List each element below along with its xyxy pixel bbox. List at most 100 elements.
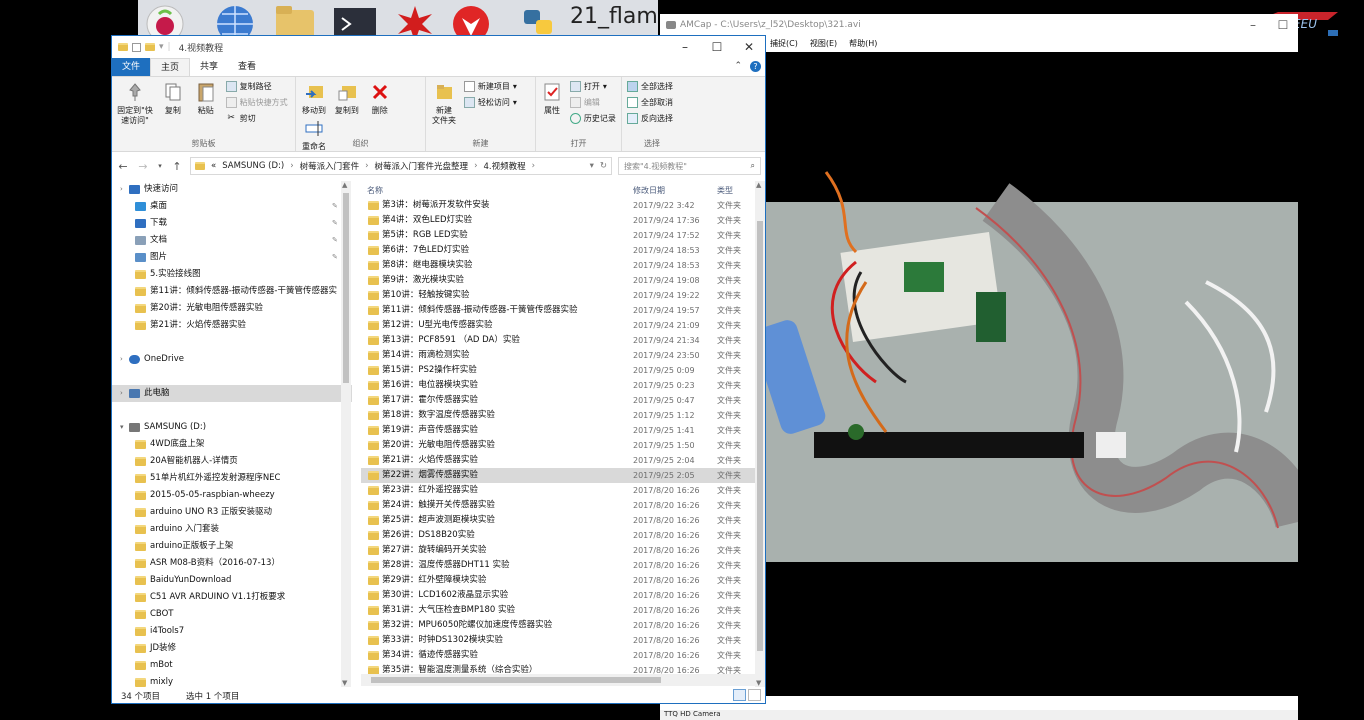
properties-small-icon[interactable]: [132, 42, 141, 52]
up-arrow-icon[interactable]: ↑: [170, 160, 184, 173]
nav-item[interactable]: 4WD底盘上架: [112, 436, 352, 453]
tab-view[interactable]: 查看: [228, 58, 266, 76]
taskbar-title[interactable]: 21_flam: [570, 4, 658, 29]
paste-shortcut-button[interactable]: 粘贴快捷方式: [225, 96, 288, 109]
back-arrow-icon[interactable]: ←: [116, 160, 130, 173]
nav-item[interactable]: C51 AVR ARDUINO V1.1打板要求: [112, 589, 352, 606]
file-scrollbar[interactable]: ▲ ▼: [755, 181, 765, 687]
select-all-button[interactable]: 全部选择: [627, 80, 673, 93]
address-overflow[interactable]: «: [211, 161, 216, 171]
move-to-button[interactable]: 移动到: [299, 80, 329, 116]
file-row[interactable]: 第5讲：RGB LED实验 2017/9/24 17:52 文件夹: [361, 228, 755, 243]
address-bar[interactable]: « SAMSUNG (D:) › 树莓派入门套件 › 树莓派入门套件光盘整理 ›…: [190, 157, 612, 175]
large-icons-view-icon[interactable]: [748, 689, 761, 701]
file-row[interactable]: 第15讲：PS2操作杆实验 2017/9/25 0:09 文件夹: [361, 363, 755, 378]
chevron-right-icon[interactable]: ›: [474, 161, 477, 171]
breadcrumb-kit[interactable]: 树莓派入门套件: [300, 160, 360, 172]
file-row[interactable]: 第24讲：触摸开关传感器实验 2017/8/20 16:26 文件夹: [361, 498, 755, 513]
nav-item[interactable]: 第20讲：光敏电阻传感器实验: [112, 300, 352, 317]
scroll-down-icon[interactable]: ▼: [342, 679, 347, 687]
history-button[interactable]: 历史记录: [569, 112, 616, 125]
pin-icon[interactable]: ✎: [332, 215, 338, 232]
recent-locations-icon[interactable]: ▾: [156, 162, 164, 170]
column-name[interactable]: 名称: [367, 185, 383, 196]
file-row[interactable]: 第19讲：声音传感器实验 2017/9/25 1:41 文件夹: [361, 423, 755, 438]
file-row[interactable]: 第34讲：循迹传感器实验 2017/8/20 16:26 文件夹: [361, 648, 755, 663]
chevron-right-icon[interactable]: ›: [532, 161, 535, 171]
nav-scroll-thumb[interactable]: [343, 193, 349, 383]
file-row[interactable]: 第4讲：双色LED灯实验 2017/9/24 17:36 文件夹: [361, 213, 755, 228]
horizontal-scroll-thumb[interactable]: [371, 677, 661, 683]
pin-icon[interactable]: ✎: [332, 198, 338, 215]
nav-item[interactable]: 文档 ✎: [112, 232, 352, 249]
nav-item[interactable]: 51单片机红外遥控发射源程序NEC: [112, 470, 352, 487]
chevron-right-icon[interactable]: ›: [290, 161, 293, 171]
nav-item[interactable]: › 此电脑: [112, 385, 352, 402]
file-row[interactable]: 第28讲：温度传感器DHT11 实验 2017/8/20 16:26 文件夹: [361, 558, 755, 573]
forward-arrow-icon[interactable]: →: [136, 160, 150, 173]
delete-button[interactable]: 删除: [365, 80, 395, 116]
nav-item[interactable]: 第11讲：倾斜传感器-振动传感器-干簧管传感器实: [112, 283, 352, 300]
new-item-button[interactable]: 新建项目 ▾: [463, 80, 517, 93]
nav-item[interactable]: arduino 入门套装: [112, 521, 352, 538]
search-input[interactable]: 搜索"4.视频教程" ⌕: [618, 157, 761, 175]
chevron-right-icon[interactable]: ›: [120, 181, 123, 198]
maximize-icon[interactable]: ☐: [1268, 14, 1298, 36]
breadcrumb-current[interactable]: 4.视频教程: [483, 160, 525, 172]
file-row[interactable]: 第8讲：继电器模块实验 2017/9/24 18:53 文件夹: [361, 258, 755, 273]
paste-button[interactable]: 粘贴: [191, 80, 221, 116]
easy-access-button[interactable]: 轻松访问 ▾: [463, 96, 517, 109]
pin-quick-access-button[interactable]: 固定到"快 速访问": [115, 80, 155, 126]
folder-icon[interactable]: [272, 2, 318, 38]
nav-item[interactable]: 5.实验接线图: [112, 266, 352, 283]
terminal-icon[interactable]: [332, 2, 378, 38]
raspberry-icon[interactable]: [142, 2, 188, 43]
chevron-right-icon[interactable]: ›: [120, 385, 123, 402]
invert-selection-button[interactable]: 反向选择: [627, 112, 673, 125]
close-icon[interactable]: ✕: [733, 36, 765, 58]
column-type[interactable]: 类型: [717, 185, 733, 196]
copy-to-button[interactable]: 复制到: [332, 80, 362, 116]
nav-item[interactable]: ▾ SAMSUNG (D:): [112, 419, 352, 436]
new-folder-button[interactable]: 新建 文件夹: [429, 80, 459, 126]
horizontal-scrollbar[interactable]: [361, 674, 755, 686]
nav-item[interactable]: 20A智能机器人-详情页: [112, 453, 352, 470]
file-row[interactable]: 第32讲：MPU6050陀螺仪加速度传感器实验 2017/8/20 16:26 文件…: [361, 618, 755, 633]
nav-item[interactable]: 第21讲：火焰传感器实验: [112, 317, 352, 334]
nav-item[interactable]: JD装修: [112, 640, 352, 657]
menu-help[interactable]: 帮助(H): [849, 38, 877, 49]
column-date[interactable]: 修改日期: [633, 185, 665, 196]
chevron-right-icon[interactable]: ›: [120, 351, 123, 368]
nav-item[interactable]: 2015-05-05-raspbian-wheezy: [112, 487, 352, 504]
breadcrumb-drive[interactable]: SAMSUNG (D:): [222, 161, 284, 171]
nav-item[interactable]: CBOT: [112, 606, 352, 623]
scroll-up-icon[interactable]: ▲: [756, 181, 761, 189]
nav-item[interactable]: › OneDrive: [112, 351, 352, 368]
cut-button[interactable]: ✂ 剪切: [226, 112, 288, 125]
copy-path-button[interactable]: 复制路径: [225, 80, 288, 93]
nav-item[interactable]: 图片 ✎: [112, 249, 352, 266]
file-row[interactable]: 第10讲：轻触按键实验 2017/9/24 19:22 文件夹: [361, 288, 755, 303]
nav-item[interactable]: › 快速访问: [112, 181, 352, 198]
burst-icon[interactable]: [392, 2, 438, 42]
python-icon[interactable]: [518, 2, 564, 38]
edit-button[interactable]: 编辑: [569, 96, 616, 109]
details-view-icon[interactable]: [733, 689, 746, 701]
scroll-up-icon[interactable]: ▲: [342, 181, 347, 189]
refresh-icon[interactable]: ↻: [600, 161, 607, 171]
nav-item[interactable]: 下载 ✎: [112, 215, 352, 232]
file-row[interactable]: 第17讲：霍尔传感器实验 2017/9/25 0:47 文件夹: [361, 393, 755, 408]
file-row[interactable]: 第18讲：数字温度传感器实验 2017/9/25 1:12 文件夹: [361, 408, 755, 423]
pin-icon[interactable]: ✎: [332, 232, 338, 249]
tab-home[interactable]: 主页: [150, 58, 191, 76]
address-dropdown-icon[interactable]: ▾: [590, 161, 594, 171]
breadcrumb-disc[interactable]: 树莓派入门套件光盘整理: [375, 160, 469, 172]
chevron-down-icon[interactable]: ▾: [120, 419, 124, 436]
wolfram-icon[interactable]: [448, 2, 494, 42]
nav-scrollbar[interactable]: ▲ ▼: [341, 181, 351, 687]
maximize-icon[interactable]: ☐: [701, 36, 733, 58]
scroll-down-icon[interactable]: ▼: [756, 679, 761, 687]
file-row[interactable]: 第33讲：时钟DS1302模块实验 2017/8/20 16:26 文件夹: [361, 633, 755, 648]
nav-item[interactable]: mixly: [112, 674, 352, 687]
globe-icon[interactable]: [212, 2, 258, 42]
